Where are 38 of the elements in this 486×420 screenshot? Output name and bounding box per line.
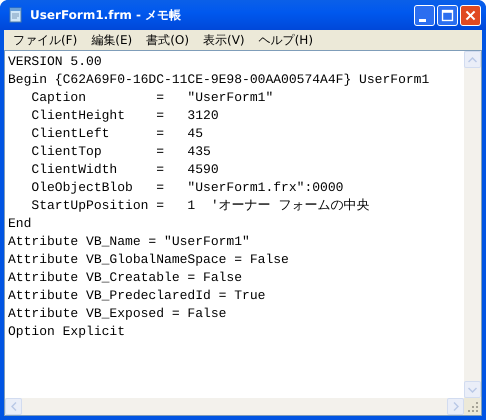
code-line: Attribute VB_GlobalNameSpace = False	[8, 251, 290, 269]
vertical-scrollbar[interactable]	[464, 51, 481, 398]
code-line: ClientHeight = 3120	[30, 107, 220, 125]
menu-item[interactable]: 書式(O)	[139, 32, 196, 48]
scroll-up-button[interactable]	[464, 51, 481, 68]
close-button[interactable]	[460, 4, 481, 26]
code-line: StartUpPosition = 1 'オーナー フォームの中央	[30, 197, 370, 215]
code-line: Begin {C62A69F0-16DC-11CE-9E98-00AA00574A4F} UserForm1	[8, 71, 430, 89]
minimize-button[interactable]	[414, 4, 435, 26]
code-line: VERSION 5.00	[8, 53, 103, 71]
resize-grip-icon[interactable]	[464, 398, 481, 415]
chevron-down-icon	[468, 386, 477, 392]
scroll-right-button[interactable]	[447, 398, 464, 415]
chevron-right-icon	[452, 402, 458, 411]
scroll-left-button[interactable]	[5, 398, 22, 415]
code-line: ClientWidth = 4590	[30, 161, 220, 179]
code-line: Attribute VB_Creatable = False	[8, 269, 244, 287]
menu-item[interactable]: ファイル(F)	[6, 32, 84, 48]
code-line: ClientTop = 435	[30, 143, 212, 161]
code-line: Attribute VB_PredeclaredId = True	[8, 287, 266, 305]
minimize-icon	[418, 18, 426, 22]
menu-item[interactable]: 編集(E)	[84, 32, 140, 48]
window-title: UserForm1.frm - メモ帳	[30, 6, 182, 24]
scroll-down-button[interactable]	[464, 381, 481, 398]
maximize-button[interactable]	[437, 4, 458, 26]
code-line: Attribute VB_Exposed = False	[8, 305, 228, 323]
code-line: ClientLeft = 45	[30, 125, 204, 143]
code-line: Option Explicit	[8, 323, 126, 341]
code-line: End	[8, 215, 32, 233]
notepad-icon	[8, 7, 24, 23]
code-line: OleObjectBlob = "UserForm1.frx":0000	[30, 179, 344, 197]
menu-item[interactable]: ヘルプ(H)	[252, 32, 320, 48]
code-line: Attribute VB_Name = "UserForm1"	[8, 233, 251, 251]
chevron-up-icon	[468, 56, 477, 62]
menu-item[interactable]: 表示(V)	[196, 32, 252, 48]
code-line: Caption = "UserForm1"	[30, 89, 274, 107]
horizontal-scrollbar[interactable]	[5, 398, 464, 415]
chevron-left-icon	[10, 402, 16, 411]
